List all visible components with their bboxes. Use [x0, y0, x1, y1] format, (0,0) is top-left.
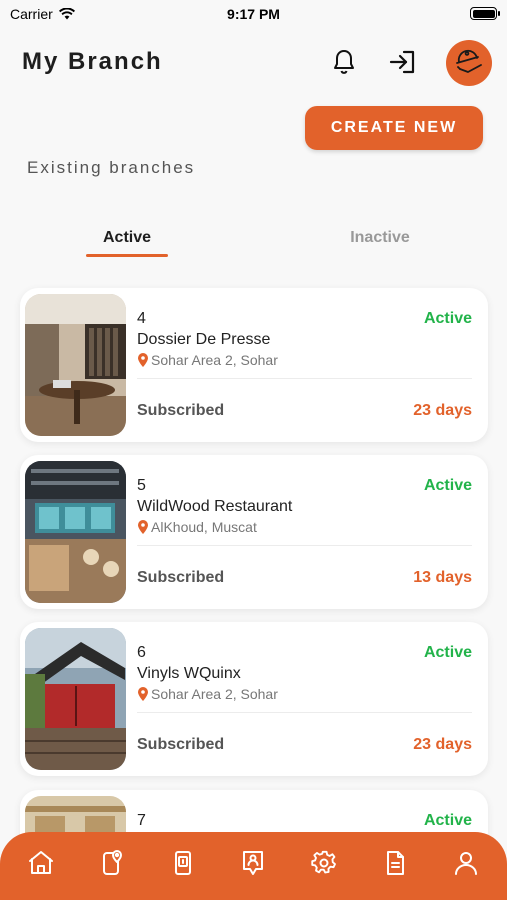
branch-card[interactable]: 5 WildWood Restaurant AlKhoud, Muscat Ac…: [20, 455, 488, 609]
location-pin-icon: [138, 687, 148, 701]
branch-location: Sohar Area 2, Sohar: [137, 352, 278, 368]
nav-home[interactable]: [21, 843, 61, 883]
status-badge: Active: [423, 812, 472, 829]
tab-inactive[interactable]: Inactive: [330, 229, 430, 247]
subscription-label: Subscribed: [137, 736, 225, 753]
bottom-nav: [0, 832, 507, 900]
divider: [137, 712, 472, 713]
subscription-label: Subscribed: [137, 402, 225, 419]
branch-card[interactable]: 6 Vinyls WQuinx Sohar Area 2, Sohar Acti…: [20, 622, 488, 776]
status-badge: Active: [423, 477, 472, 494]
tab-active[interactable]: Active: [86, 229, 168, 247]
days-remaining: 13 days: [413, 569, 472, 586]
nav-profile[interactable]: [446, 843, 486, 883]
branch-location: Sohar Area 2, Sohar: [137, 686, 278, 702]
branch-name: WildWood Restaurant: [137, 498, 293, 515]
avatar[interactable]: [446, 40, 492, 86]
subscription-label: Subscribed: [137, 569, 225, 586]
branch-id: 4: [137, 310, 146, 327]
bell-icon: [334, 50, 354, 74]
nav-staff[interactable]: [233, 843, 273, 883]
phone-location-icon: [103, 850, 123, 875]
document-icon: [386, 851, 404, 875]
branch-image: [25, 294, 126, 436]
section-title: Existing branches: [27, 158, 196, 177]
branch-location-label: AlKhoud, Muscat: [151, 519, 257, 535]
branch-image: [25, 461, 126, 603]
logout-icon: [389, 50, 415, 74]
branch-location-label: Sohar Area 2, Sohar: [151, 686, 278, 702]
branch-card[interactable]: 4 Dossier De Presse Sohar Area 2, Sohar …: [20, 288, 488, 442]
create-new-button[interactable]: CREATE NEW: [305, 106, 483, 150]
branch-location-label: Sohar Area 2, Sohar: [151, 352, 278, 368]
status-time: 9:17 PM: [227, 6, 280, 22]
branch-id: 6: [137, 644, 146, 661]
notifications-button[interactable]: [328, 46, 360, 78]
nav-phone-location[interactable]: [92, 843, 132, 883]
profile-icon: [454, 852, 477, 875]
status-badge: Active: [423, 310, 472, 327]
settings-icon: [311, 850, 337, 874]
branch-card-icon: [174, 851, 191, 875]
divider: [137, 378, 472, 379]
status-badge: Active: [423, 644, 472, 661]
nav-documents[interactable]: [375, 843, 415, 883]
staff-badge-icon: [243, 851, 264, 875]
location-pin-icon: [138, 353, 148, 367]
chef-cloche-icon: [456, 49, 482, 73]
nav-settings[interactable]: [304, 843, 344, 883]
page-title: My Branch: [22, 48, 163, 75]
days-remaining: 23 days: [413, 402, 472, 419]
branch-id: 7: [137, 812, 146, 829]
tab-active-indicator: [86, 254, 168, 257]
nav-branch[interactable]: [163, 843, 203, 883]
logout-button[interactable]: [386, 46, 418, 78]
branch-id: 5: [137, 477, 146, 494]
battery-icon: [470, 7, 500, 20]
branch-location: AlKhoud, Muscat: [137, 519, 257, 535]
location-pin-icon: [138, 520, 148, 534]
branch-name: Dossier De Presse: [137, 331, 271, 348]
home-icon: [29, 851, 54, 874]
days-remaining: 23 days: [413, 736, 472, 753]
status-bar: Carrier 9:17 PM: [0, 0, 507, 30]
branch-image: [25, 628, 126, 770]
divider: [137, 545, 472, 546]
branch-name: Vinyls WQuinx: [137, 665, 241, 682]
